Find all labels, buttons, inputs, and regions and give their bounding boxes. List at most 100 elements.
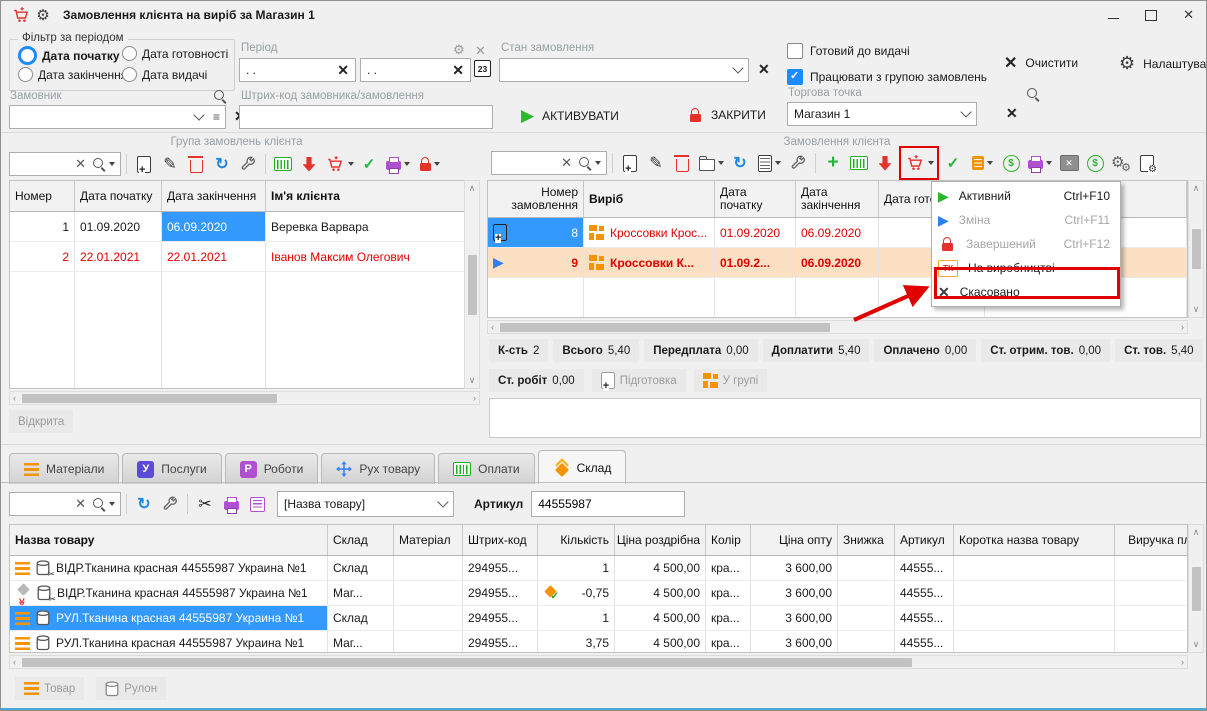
confirm-button[interactable]: ✓ [941,151,965,175]
col-header[interactable]: Ціна опту [751,525,838,555]
right-table-vscrollbar[interactable]: ∧ ∨ [1188,180,1204,318]
refresh-button[interactable]: ↻ [132,492,156,516]
bottom-search-input[interactable]: ✕ [9,492,121,516]
document-settings-button[interactable] [1135,151,1159,175]
radio-icon[interactable] [18,67,33,82]
radio-date-end[interactable]: Дата закінчення [18,67,127,82]
cancel-box-button[interactable]: ✕ [1057,151,1081,175]
settings-gears-button[interactable] [1109,151,1133,175]
customer-combobox[interactable]: ≡ [9,105,226,129]
minimize-button[interactable] [1108,17,1120,19]
add-button[interactable] [132,152,156,176]
radio-icon[interactable] [122,67,137,82]
radio-icon[interactable] [18,46,37,65]
table-row[interactable]: 1 01.09.2020 06.09.2020 Веревка Варвара [10,212,464,242]
preparation-button[interactable]: Підготовка [591,369,686,392]
col-header[interactable]: Ціна роздрібна [615,525,706,555]
tab-goods-movement[interactable]: Рух товару [321,453,436,484]
list-icon[interactable]: ≡ [213,110,220,124]
chevron-down-icon[interactable] [193,109,205,121]
tab-works[interactable]: Р Роботи [224,453,319,484]
article-input[interactable] [531,491,686,517]
shop-combobox[interactable]: Магазин 1 [787,102,977,126]
menu-item-in-production[interactable]: ТК На виробництві [932,256,1120,280]
radio-icon[interactable] [122,46,137,61]
bottom-table-hscrollbar[interactable]: ‹ › [9,655,1188,669]
add-button[interactable] [618,151,642,175]
table-row[interactable]: ≫ВІДР.Тканина красная 44555987 Украина №… [10,581,1187,606]
col-header[interactable]: Виручка планована роздрібна з [1115,525,1187,555]
right-search-input[interactable]: ✕ [491,151,607,175]
cart-status-menu-button-highlighted[interactable] [899,146,939,180]
clear-x-icon[interactable]: ✕ [75,496,86,512]
clear-x-icon[interactable]: ✕ [452,62,464,79]
tools-button[interactable] [786,151,810,175]
checkbox-icon[interactable] [787,69,803,85]
tab-payments[interactable]: Оплати [438,453,535,484]
table-row[interactable]: РУЛ.Тканина красная 44555987 Украина №1 … [10,631,1187,652]
delete-button[interactable] [184,152,208,176]
shop-search-icon[interactable] [1026,87,1040,101]
left-search-input[interactable]: ✕ [9,152,121,176]
clear-filters-button[interactable]: ✕ Очистити [1004,53,1078,73]
col-header[interactable]: Матеріал [394,525,463,555]
checkbox-icon[interactable] [787,43,803,59]
col-header[interactable]: Колір [706,525,751,555]
edit-button[interactable]: ✎ [158,152,182,176]
col-header[interactable]: Ім'я клієнта [266,181,464,211]
left-table-hscrollbar[interactable]: ‹ › [9,391,480,405]
search-icon[interactable] [92,497,115,511]
barcode-input[interactable] [239,105,493,129]
chevron-down-icon[interactable] [960,106,972,118]
col-header[interactable]: Дата початку [715,181,796,217]
col-header[interactable]: Дата початку [75,181,162,211]
col-header[interactable]: Назва товару [10,525,328,555]
lock-menu-button[interactable] [415,152,445,176]
left-table-vscrollbar[interactable]: ∧ ∨ [464,180,480,389]
col-header[interactable]: Штрих-код [463,525,538,555]
menu-item-change[interactable]: ▶ Зміна Ctrl+F11 [932,208,1120,232]
search-icon[interactable] [578,156,601,170]
cut-button[interactable]: ✂ [193,492,217,516]
date-to-input[interactable]: . . ✕ [360,58,471,82]
menu-item-cancelled[interactable]: ✕ Скасовано [932,280,1120,304]
payments-button[interactable] [847,151,871,175]
col-header[interactable]: Дата закінчення [796,181,879,217]
print-button[interactable] [1025,151,1055,175]
col-header[interactable]: Знижка [838,525,895,555]
money-refresh-button[interactable]: $ [999,151,1023,175]
tools-button[interactable] [158,492,182,516]
tab-warehouse[interactable]: Склад [537,450,627,484]
legend-roll-button[interactable]: Рулон [96,677,167,700]
col-header[interactable]: Номер [10,181,75,211]
close-button[interactable]: ✕ [1183,7,1194,23]
col-header[interactable]: Коротка назва товару [954,525,1115,555]
period-clear-icon[interactable]: ✕ [475,43,486,59]
table-row[interactable]: ВІДР.Тканина красная 44555987 Украина №1… [10,556,1187,581]
invoice-menu-button[interactable] [967,151,997,175]
clear-x-icon[interactable]: ✕ [75,156,86,172]
order-memo-box[interactable] [489,398,1201,438]
selected-cell[interactable]: 06.09.2020 [162,212,266,241]
money-refresh-button[interactable]: $ [1083,151,1107,175]
col-header[interactable]: Виріб [584,181,715,217]
table-row[interactable]: 2 22.01.2021 22.01.2021 Іванов Максим Ол… [10,242,464,272]
clear-x-icon[interactable]: ✕ [337,62,349,79]
date-from-input[interactable]: . . ✕ [239,58,356,82]
menu-item-active[interactable]: ▶ Активний Ctrl+F10 [932,184,1120,208]
radio-date-ready[interactable]: Дата готовності [122,46,228,61]
delete-button[interactable] [670,151,694,175]
group-orders-checkbox[interactable]: Працювати з групою замовлень [787,69,987,85]
payments-button[interactable] [271,152,295,176]
print-button[interactable] [219,492,243,516]
right-table-hscrollbar[interactable]: ‹ › [487,320,1188,334]
search-icon[interactable] [92,157,115,171]
order-state-clear-icon[interactable]: ✕ [758,61,770,78]
col-header[interactable]: Номер замовлення [488,181,584,217]
download-button[interactable] [297,152,321,176]
name-filter-combobox[interactable]: [Назва товару] [277,491,454,517]
period-gear-icon[interactable]: ⚙ [453,42,465,58]
tab-materials[interactable]: Матеріали [9,453,120,484]
configure-button[interactable]: ⚙Налаштувати [1119,53,1206,74]
ready-checkbox[interactable]: Готовий до видачі [787,43,910,59]
